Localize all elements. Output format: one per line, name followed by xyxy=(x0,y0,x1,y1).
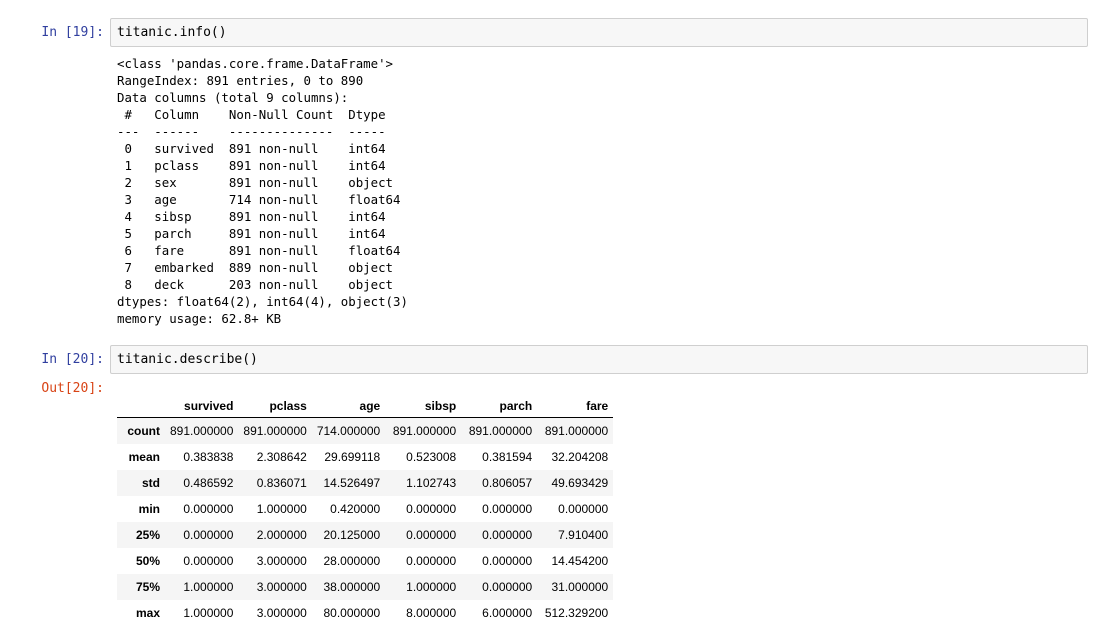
row-index: count xyxy=(127,424,160,438)
stream-line: 1 pclass 891 non-null int64 xyxy=(117,158,401,173)
stream-output: <class 'pandas.core.frame.DataFrame'> Ra… xyxy=(117,55,408,327)
code-text: titanic.describe() xyxy=(117,352,258,367)
table-row: min 0.000000 1.000000 0.420000 0.000000 … xyxy=(117,496,614,522)
dataframe-table: survived pclass age sibsp parch fare cou… xyxy=(117,395,614,626)
stream-line: <class 'pandas.core.frame.DataFrame'> xyxy=(117,56,394,71)
table-cell: 0.383838 xyxy=(183,450,234,464)
table-cell: 1.000000 xyxy=(406,580,457,594)
table-cell: 20.125000 xyxy=(323,528,381,542)
table-cell: 7.910400 xyxy=(558,528,609,542)
stream-line: 0 survived 891 non-null int64 xyxy=(117,141,401,156)
column-header: sibsp xyxy=(385,395,462,418)
table-cell: 49.693429 xyxy=(551,476,609,490)
table-cell: 31.000000 xyxy=(551,580,609,594)
table-row: mean 0.383838 2.308642 29.699118 0.52300… xyxy=(117,444,614,470)
input-prompt: In [19]: xyxy=(41,25,104,40)
table-cell: 0.000000 xyxy=(183,502,234,516)
code-text: titanic.info() xyxy=(117,25,227,40)
table-cell: 891.000000 xyxy=(544,424,609,438)
table-row: 75% 1.000000 3.000000 38.000000 1.000000… xyxy=(117,574,614,600)
table-cell: 0.000000 xyxy=(183,528,234,542)
row-index: min xyxy=(138,502,160,516)
table-cell: 714.000000 xyxy=(316,424,381,438)
table-cell: 1.000000 xyxy=(256,502,307,516)
table-cell: 512.329200 xyxy=(544,606,609,620)
table-cell: 0.381594 xyxy=(482,450,533,464)
input-prompt: In [20]: xyxy=(41,352,104,367)
table-cell: 3.000000 xyxy=(256,554,307,568)
column-header: age xyxy=(311,395,386,418)
table-cell: 6.000000 xyxy=(482,606,533,620)
table-cell: 891.000000 xyxy=(170,424,234,438)
table-cell: 0.000000 xyxy=(558,502,609,516)
table-cell: 32.204208 xyxy=(551,450,609,464)
table-cell: 8.000000 xyxy=(406,606,457,620)
table-cell: 0.486592 xyxy=(183,476,234,490)
table-cell: 891.000000 xyxy=(243,424,307,438)
stream-line: 2 sex 891 non-null object xyxy=(117,175,401,190)
stream-line: 7 embarked 889 non-null object xyxy=(117,260,401,275)
column-header: parch xyxy=(461,395,538,418)
table-cell: 2.308642 xyxy=(256,450,307,464)
table-index-header xyxy=(117,395,165,418)
table-cell: 0.000000 xyxy=(406,502,457,516)
stream-line: dtypes: float64(2), int64(4), object(3) xyxy=(117,294,408,309)
column-header: pclass xyxy=(238,395,312,418)
column-header: survived xyxy=(165,395,239,418)
table-cell: 38.000000 xyxy=(323,580,381,594)
row-index: std xyxy=(142,476,160,490)
stream-line: 3 age 714 non-null float64 xyxy=(117,192,401,207)
stream-line: memory usage: 62.8+ KB xyxy=(117,311,282,326)
table-cell: 0.420000 xyxy=(330,502,381,516)
table-cell: 0.000000 xyxy=(482,502,533,516)
stream-line: --- ------ -------------- ----- xyxy=(117,124,401,139)
table-cell: 0.000000 xyxy=(406,528,457,542)
table-cell: 0.000000 xyxy=(482,580,533,594)
table-cell: 0.523008 xyxy=(406,450,457,464)
table-cell: 891.000000 xyxy=(468,424,533,438)
output-prompt: Out[20]: xyxy=(41,381,104,396)
row-index: max xyxy=(135,606,160,620)
table-row: 50% 0.000000 3.000000 28.000000 0.000000… xyxy=(117,548,614,574)
table-cell: 0.836071 xyxy=(256,476,307,490)
table-row: max 1.000000 3.000000 80.000000 8.000000… xyxy=(117,600,614,626)
table-cell: 0.000000 xyxy=(183,554,234,568)
table-row: std 0.486592 0.836071 14.526497 1.102743… xyxy=(117,470,614,496)
table-cell: 80.000000 xyxy=(323,606,381,620)
stream-line: RangeIndex: 891 entries, 0 to 890 xyxy=(117,73,364,88)
stream-line: 5 parch 891 non-null int64 xyxy=(117,226,401,241)
row-index: 75% xyxy=(135,580,160,594)
table-row: 25% 0.000000 2.000000 20.125000 0.000000… xyxy=(117,522,614,548)
table-cell: 0.806057 xyxy=(482,476,533,490)
table-cell: 29.699118 xyxy=(324,450,381,464)
table-cell: 0.000000 xyxy=(482,554,533,568)
row-index: 50% xyxy=(135,554,160,568)
table-cell: 3.000000 xyxy=(256,606,307,620)
code-input-area[interactable]: titanic.info() xyxy=(110,18,1088,47)
table-cell: 28.000000 xyxy=(323,554,381,568)
table-row: count 891.000000 891.000000 714.000000 8… xyxy=(117,417,614,444)
table-cell: 14.454200 xyxy=(551,554,609,568)
table-cell: 0.000000 xyxy=(406,554,457,568)
column-header: fare xyxy=(537,395,614,418)
table-header-row: survived pclass age sibsp parch fare xyxy=(117,395,614,418)
row-index: 25% xyxy=(135,528,160,542)
table-cell: 14.526497 xyxy=(323,476,381,490)
table-cell: 1.000000 xyxy=(183,606,234,620)
table-cell: 0.000000 xyxy=(482,528,533,542)
table-cell: 2.000000 xyxy=(256,528,307,542)
table-cell: 1.000000 xyxy=(183,580,234,594)
table-cell: 3.000000 xyxy=(256,580,307,594)
stream-line: 6 fare 891 non-null float64 xyxy=(117,243,401,258)
stream-line: 8 deck 203 non-null object xyxy=(117,277,401,292)
table-cell: 891.000000 xyxy=(392,424,457,438)
stream-line: # Column Non-Null Count Dtype xyxy=(117,107,401,122)
stream-line: Data columns (total 9 columns): xyxy=(117,90,349,105)
table-cell: 1.102743 xyxy=(406,476,457,490)
row-index: mean xyxy=(128,450,160,464)
stream-line: 4 sibsp 891 non-null int64 xyxy=(117,209,401,224)
code-input-area[interactable]: titanic.describe() xyxy=(110,345,1088,374)
